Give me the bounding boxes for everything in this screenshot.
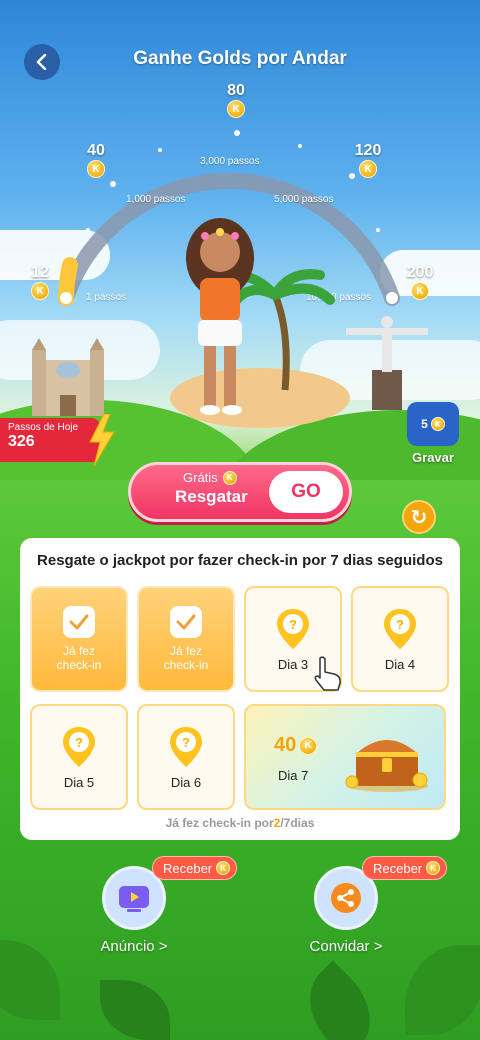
checkin-day-7-jackpot[interactable]: 40 K Dia 7 <box>244 704 446 810</box>
invite-receive-badge[interactable]: Receber K <box>362 856 448 880</box>
question-pin-icon: ? <box>277 608 309 649</box>
checkin-day-5[interactable]: ? Dia 5 <box>30 704 128 810</box>
claim-button[interactable]: Grátis K Resgatar GO <box>128 462 352 522</box>
checkmark-icon <box>63 606 95 638</box>
coin-icon: K <box>227 100 245 118</box>
free-label: Grátis <box>183 470 218 485</box>
question-pin-icon: ? <box>170 726 202 767</box>
coin-icon: K <box>222 470 237 485</box>
treasure-chest-icon <box>345 740 428 792</box>
video-record-button[interactable]: 5 K Gravar <box>404 402 462 472</box>
svg-text:?: ? <box>289 617 297 632</box>
coin-icon: K <box>359 160 377 178</box>
ad-label: Anúncio > <box>100 938 168 955</box>
svg-text:?: ? <box>396 617 404 632</box>
milestone-reward-40: 40 K <box>74 142 118 178</box>
coin-icon: K <box>87 160 105 178</box>
today-steps-label: Passos de Hoje <box>8 422 79 433</box>
question-pin-icon: ? <box>384 608 416 649</box>
share-icon <box>331 883 361 913</box>
video-play-icon <box>119 886 149 912</box>
question-pin-icon: ? <box>63 726 95 767</box>
page-title: Ganhe Golds por Andar <box>133 48 347 69</box>
checkin-day-6[interactable]: ? Dia 6 <box>137 704 235 810</box>
go-button[interactable]: GO <box>269 471 343 513</box>
video-camera-icon: 5 K <box>407 402 459 446</box>
checkin-card: Resgate o jackpot por fazer check-in por… <box>20 538 460 840</box>
coin-icon: K <box>299 736 318 755</box>
checkmark-icon <box>170 606 202 638</box>
checkin-progress: Já fez check-in por2/7dias <box>165 816 315 830</box>
ad-receive-badge[interactable]: Receber K <box>152 856 238 880</box>
pointer-hand-icon <box>314 656 341 691</box>
video-record-label: Gravar <box>412 450 454 465</box>
jackpot-amount: 40 <box>274 734 297 756</box>
today-steps-value: 326 <box>8 433 35 450</box>
svg-text:?: ? <box>75 735 83 750</box>
lightning-icon <box>89 414 115 466</box>
coin-icon: K <box>430 417 445 431</box>
checkin-day-4[interactable]: ? Dia 4 <box>351 586 449 692</box>
refresh-button[interactable]: ↻ <box>402 500 436 534</box>
milestone-steps-3000: 3,000 passos <box>200 156 260 167</box>
claim-label: Resgatar <box>175 487 248 506</box>
milestone-reward-120: 120 K <box>346 142 390 178</box>
svg-text:?: ? <box>182 735 190 750</box>
coin-icon: K <box>216 861 231 875</box>
checkin-title: Resgate o jackpot por fazer check-in por… <box>37 552 443 569</box>
milestone-reward-80: 80 K <box>214 82 258 118</box>
refresh-icon: ↻ <box>410 506 428 529</box>
invite-label: Convidar > <box>309 938 383 955</box>
today-steps-badge: Passos de Hoje 326 <box>0 418 100 462</box>
checkin-day-2: Já fez check-in <box>137 586 235 692</box>
coin-icon: K <box>426 861 441 875</box>
checkin-day-1: Já fez check-in <box>30 586 128 692</box>
